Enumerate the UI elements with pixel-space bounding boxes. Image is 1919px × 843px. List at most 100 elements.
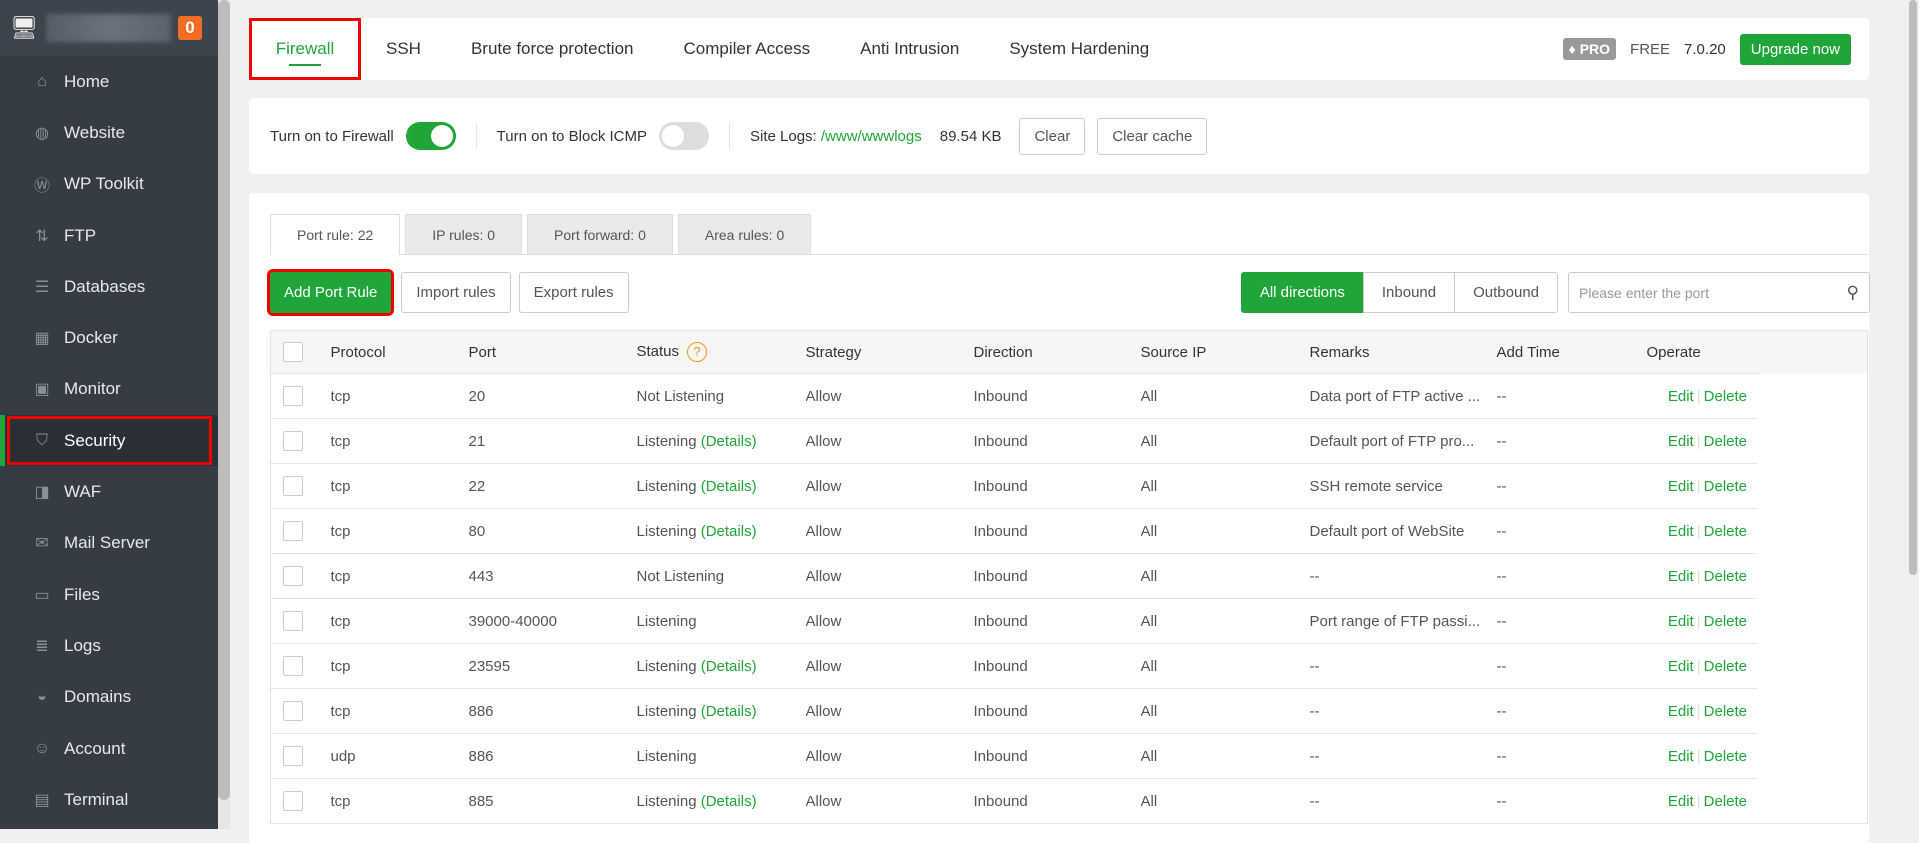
edit-link[interactable]: Edit [1668,433,1694,450]
edit-link[interactable]: Edit [1668,388,1694,405]
edit-link[interactable]: Edit [1668,748,1694,765]
sidebar-item-account[interactable]: ☺ Account [0,723,218,774]
sidebar-item-files[interactable]: ▭ Files [0,569,218,620]
upgrade-button[interactable]: Upgrade now [1739,33,1851,65]
sidebar-item-docker[interactable]: ▦ Docker [0,312,218,363]
ftp-icon: ⇅ [35,227,49,245]
export-rules-button[interactable]: Export rules [518,272,629,313]
add-time-cell: -- [1496,373,1647,419]
edit-link[interactable]: Edit [1668,478,1694,495]
search-icon[interactable]: ⚲ [1847,283,1859,303]
row-checkbox[interactable] [283,656,303,676]
protocol-cell: tcp [330,463,469,509]
direction-filter[interactable]: Outbound [1454,272,1558,313]
sidebar-item-databases[interactable]: ☰ Databases [0,261,218,312]
delete-link[interactable]: Delete [1704,568,1747,585]
subtab[interactable]: Port forward: 0 [527,214,673,254]
sidebar-item-label: Terminal [64,789,129,809]
sidebar-item-monitor[interactable]: ▣ Monitor [0,364,218,415]
tab-compiler-access[interactable]: Compiler Access [659,18,836,80]
tab-brute-force-protection[interactable]: Brute force protection [446,18,659,80]
edit-link[interactable]: Edit [1668,523,1694,540]
delete-link[interactable]: Delete [1704,433,1747,450]
delete-link[interactable]: Delete [1704,613,1747,630]
port-search-input[interactable] [1579,284,1847,301]
details-link[interactable]: (Details) [701,523,757,540]
import-rules-button[interactable]: Import rules [401,272,511,313]
sidebar-item-domains[interactable]: ◒ Domains [0,672,218,723]
column-header: Remarks [1309,330,1497,374]
edit-link[interactable]: Edit [1668,613,1694,630]
row-checkbox[interactable] [283,746,303,766]
sidebar-scrollbar[interactable] [218,0,230,829]
firewall-toggle[interactable] [405,122,456,150]
tab-system-hardening[interactable]: System Hardening [984,18,1174,80]
subtab[interactable]: IP rules: 0 [405,214,523,254]
details-link[interactable]: (Details) [701,658,757,675]
add-port-rule-button[interactable]: Add Port Rule [266,269,395,316]
sidebar-item-mail-server[interactable]: ✉ Mail Server [0,518,218,569]
row-checkbox[interactable] [283,431,303,451]
source-ip-cell: All [1140,778,1310,824]
subtab[interactable]: Area rules: 0 [677,214,812,254]
delete-link[interactable]: Delete [1704,703,1747,720]
column-header-label: Remarks [1309,343,1370,361]
port-cell: 886 [468,688,637,734]
wordpress-icon: Ⓦ [33,178,50,196]
edit-link[interactable]: Edit [1668,658,1694,675]
row-checkbox[interactable] [283,611,303,631]
details-link[interactable]: (Details) [701,703,757,720]
sidebar-item-security[interactable]: ⛉ Security [0,415,218,467]
row-checkbox[interactable] [283,386,303,406]
delete-link[interactable]: Delete [1704,793,1747,810]
sidebar-item-terminal[interactable]: ▤ Terminal [0,774,218,825]
notification-badge[interactable]: 0 [178,16,202,40]
page-scrollbar[interactable] [1906,0,1919,829]
subtab[interactable]: Port rule: 22 [270,214,401,255]
delete-link[interactable]: Delete [1704,658,1747,675]
row-checkbox[interactable] [283,701,303,721]
edit-link[interactable]: Edit [1668,793,1694,810]
direction-cell: Inbound [973,553,1141,599]
sidebar-item-waf[interactable]: ◨ WAF [0,466,218,517]
site-logs-path-link[interactable]: /www/wwwlogs [821,128,922,145]
tab-anti-intrusion[interactable]: Anti Intrusion [835,18,984,80]
details-link[interactable]: (Details) [701,793,757,810]
sidebar-item-ftp[interactable]: ⇅ FTP [0,210,218,261]
table-row: tcp 886 Listening (Details) Allow Inboun… [270,688,1868,734]
direction-filter[interactable]: All directions [1240,272,1364,313]
details-link[interactable]: (Details) [701,433,757,450]
sidebar-item-home[interactable]: ⌂ Home [0,56,218,107]
add-time-cell: -- [1496,598,1647,644]
clear-button[interactable]: Clear [1019,117,1086,155]
delete-link[interactable]: Delete [1704,478,1747,495]
strategy-cell: Allow [805,733,974,779]
details-link[interactable]: (Details) [701,478,757,495]
sidebar-item-website[interactable]: ◍ Website [0,107,218,158]
tab-ssh[interactable]: SSH [361,18,446,80]
edit-link[interactable]: Edit [1668,568,1694,585]
delete-link[interactable]: Delete [1704,748,1747,765]
edit-link[interactable]: Edit [1668,703,1694,720]
row-checkbox[interactable] [283,476,303,496]
delete-link[interactable]: Delete [1704,388,1747,405]
sidebar-item-logs[interactable]: ≣ Logs [0,620,218,671]
tab-firewall[interactable]: Firewall [249,18,361,80]
sidebar-item-label: Home [64,71,110,91]
remarks-cell: -- [1309,778,1497,824]
clear-cache-button[interactable]: Clear cache [1097,117,1208,155]
delete-link[interactable]: Delete [1704,523,1747,540]
row-checkbox[interactable] [283,791,303,811]
pro-label: PRO [1579,41,1611,57]
select-all-checkbox[interactable] [283,342,303,362]
table-row: tcp 443 Not Listening Allow Inbound All … [270,553,1868,599]
row-checkbox[interactable] [283,521,303,541]
direction-cell: Inbound [973,778,1141,824]
port-search[interactable]: ⚲ [1568,272,1870,313]
row-checkbox[interactable] [283,566,303,586]
globe-icon: ◍ [35,124,49,142]
sidebar-item-wp-toolkit[interactable]: Ⓦ WP Toolkit [0,159,218,210]
icmp-toggle[interactable] [659,122,709,150]
direction-filter[interactable]: Inbound [1362,272,1456,313]
help-icon[interactable]: ? [687,342,708,362]
